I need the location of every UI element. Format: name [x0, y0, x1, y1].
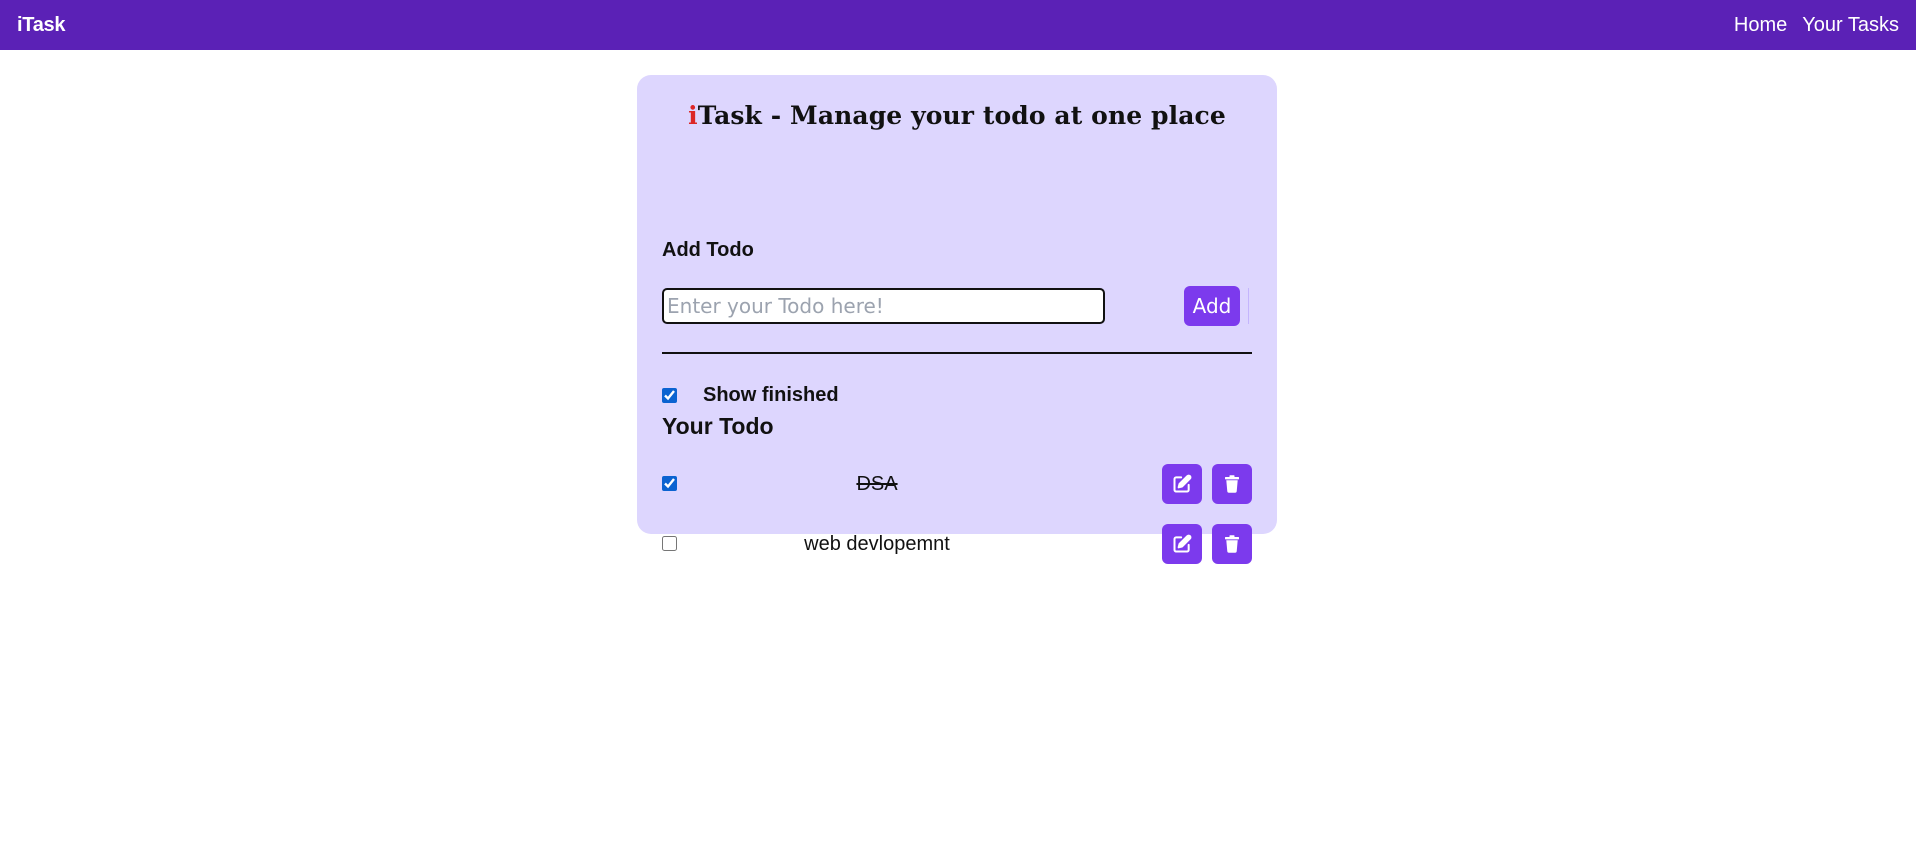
edit-todo-button[interactable] [1162, 464, 1202, 504]
todo-complete-checkbox[interactable] [662, 476, 677, 491]
add-button-edge [1248, 288, 1249, 324]
edit-todo-button[interactable] [1162, 524, 1202, 564]
edit-icon [1172, 474, 1192, 494]
todo-card: iTask - Manage your todo at one place Ad… [637, 75, 1277, 564]
add-todo-heading: Add Todo [662, 239, 754, 261]
nav-link-home[interactable]: Home [1734, 14, 1787, 37]
todo-text: web devlopemnt [804, 533, 950, 555]
navbar: iTask Home Your Tasks [0, 0, 1916, 50]
show-finished-checkbox[interactable] [662, 387, 677, 403]
todo-complete-checkbox[interactable] [662, 536, 677, 551]
page-title: iTask - Manage your todo at one place [637, 101, 1277, 130]
add-button[interactable]: Add [1184, 286, 1240, 326]
trash-icon [1224, 475, 1240, 493]
delete-todo-button[interactable] [1212, 524, 1252, 564]
todo-item: web devlopemnt [662, 524, 1252, 564]
show-finished-row: Show finished [662, 384, 839, 406]
delete-todo-button[interactable] [1212, 464, 1252, 504]
trash-icon [1224, 535, 1240, 553]
nav-link-your-tasks[interactable]: Your Tasks [1802, 14, 1899, 37]
divider [662, 352, 1252, 354]
show-finished-label[interactable]: Show finished [703, 384, 839, 407]
brand-logo[interactable]: iTask [17, 14, 65, 37]
todo-item: DSA [662, 464, 1252, 504]
todo-input[interactable] [662, 288, 1105, 324]
nav-links: Home Your Tasks [1734, 14, 1899, 37]
title-text: Task - Manage your todo at one place [697, 101, 1226, 130]
your-todo-heading: Your Todo [662, 413, 774, 439]
todo-text: DSA [856, 473, 898, 495]
edit-icon [1172, 534, 1192, 554]
title-accent: i [688, 101, 698, 130]
